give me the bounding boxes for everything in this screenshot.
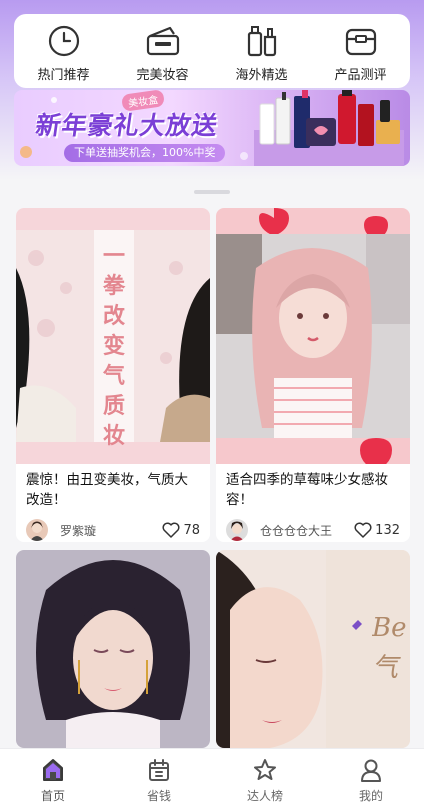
banner-title: 新年豪礼大放送 <box>33 111 220 140</box>
category-overseas-selection[interactable]: 海外精选 <box>217 22 307 83</box>
tab-label: 我的 <box>358 789 383 803</box>
like-count: 132 <box>375 522 400 538</box>
post-cover-image <box>216 208 410 464</box>
like-counter[interactable]: 132 <box>354 522 400 538</box>
home-icon <box>43 759 63 781</box>
heart-icon <box>162 522 180 538</box>
post-card[interactable]: Be 气 <box>216 550 410 748</box>
box-icon <box>342 22 380 60</box>
star-icon <box>254 759 276 780</box>
cover-overlay-text: Be 气 <box>372 613 407 683</box>
category-label: 热门推荐 <box>37 68 90 83</box>
post-cover-image <box>16 550 210 748</box>
tab-save-money[interactable]: 省钱 <box>114 749 204 803</box>
like-count: 78 <box>183 522 200 538</box>
tab-label: 首页 <box>40 789 65 803</box>
tab-home[interactable]: 首页 <box>8 749 98 803</box>
post-title: 适合四季的草莓味少女感妆容！ <box>226 472 388 508</box>
banner-subtitle: 下单送抽奖机会，100%中奖 <box>64 144 226 162</box>
heart-icon <box>354 522 372 538</box>
category-product-review[interactable]: 产品测评 <box>316 22 406 83</box>
author-name[interactable]: 仓仓仓仓大王 <box>260 522 354 539</box>
drag-handle[interactable] <box>194 190 230 194</box>
post-cover-image: 一拳改变气质妆 <box>16 208 210 464</box>
category-label: 产品测评 <box>334 68 387 83</box>
post-card[interactable] <box>16 550 210 748</box>
promo-banner[interactable]: 美妆盒 新年豪礼大放送 下单送抽奖机会，100%中奖 <box>14 90 410 166</box>
category-perfect-makeup[interactable]: 完美妆容 <box>118 22 208 83</box>
post-title: 震惊！由丑变美妆，气质大改造！ <box>26 472 188 508</box>
avatar[interactable] <box>26 519 48 541</box>
user-icon <box>361 759 381 782</box>
cosmetic-products-image <box>254 90 404 166</box>
clock-icon <box>45 22 83 60</box>
bottles-icon <box>243 22 281 60</box>
category-label: 完美妆容 <box>136 68 189 83</box>
tab-mine[interactable]: 我的 <box>326 749 416 803</box>
tab-expert-ranking[interactable]: 达人榜 <box>220 749 310 803</box>
author-name[interactable]: 罗紫璇 <box>60 522 162 539</box>
category-hot-recommend[interactable]: 热门推荐 <box>19 22 109 83</box>
category-label: 海外精选 <box>235 68 288 83</box>
post-card[interactable]: 一拳改变气质妆 震惊！由丑变美妆，气质大改造！ 罗紫璇 78 <box>16 208 210 542</box>
cover-overlay-text: 一拳改变气质妆 <box>102 244 125 449</box>
post-card[interactable]: 适合四季的草莓味少女感妆容！ 仓仓仓仓大王 132 <box>216 208 410 542</box>
post-cover-image: Be 气 <box>216 550 410 748</box>
bottom-tab-bar: 首页 省钱 达人榜 我的 <box>0 748 424 803</box>
category-bar: 热门推荐 完美妆容 海外精选 产品测评 <box>14 14 410 88</box>
avatar[interactable] <box>226 519 248 541</box>
coupon-icon <box>149 759 169 781</box>
like-counter[interactable]: 78 <box>162 522 200 538</box>
tab-label: 达人榜 <box>246 789 283 803</box>
makeup-case-icon <box>144 22 182 60</box>
tab-label: 省钱 <box>146 789 171 803</box>
